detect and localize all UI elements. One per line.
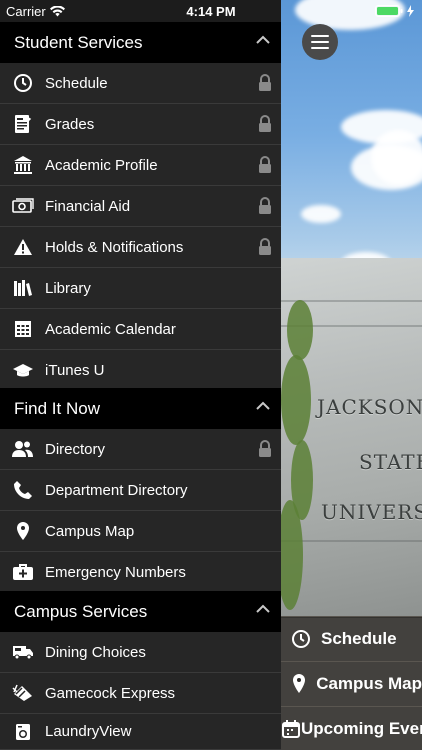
menu-item-grades[interactable]: Grades <box>0 104 281 145</box>
quick-link-label: Campus Map <box>316 674 422 693</box>
food-truck-icon <box>0 632 45 673</box>
menu-item-gamecock-express[interactable]: Gamecock Express <box>0 673 281 714</box>
menu-item-department-directory[interactable]: Department Directory <box>0 470 281 511</box>
section-title: Find It Now <box>14 398 100 418</box>
menu-item-label: Schedule <box>45 74 108 92</box>
section-header-student-services[interactable]: Student Services <box>0 22 281 63</box>
warning-icon <box>0 227 45 268</box>
battery-icon <box>375 5 414 17</box>
status-bar: Carrier 4:14 PM <box>0 0 422 22</box>
menu-item-emergency-numbers[interactable]: Emergency Numbers <box>0 552 281 593</box>
menu-item-label: iTunes U <box>45 361 105 379</box>
menu-item-label: Dining Choices <box>45 643 146 661</box>
menu-item-dining-choices[interactable]: Dining Choices <box>0 632 281 673</box>
lock-icon <box>259 74 271 91</box>
menu-item-academic-calendar[interactable]: Academic Calendar <box>0 309 281 350</box>
clock-icon <box>0 63 45 104</box>
lock-icon <box>259 156 271 173</box>
chevron-up-icon <box>256 604 270 613</box>
map-pin-icon <box>281 673 316 695</box>
menu-item-label: Academic Profile <box>45 156 158 174</box>
calendar-icon <box>281 719 301 739</box>
quick-link-upcoming-events[interactable]: Upcoming Events <box>281 706 422 750</box>
menu-item-label: Emergency Numbers <box>45 563 186 581</box>
hamburger-menu-icon <box>311 35 329 37</box>
menu-button[interactable] <box>302 24 338 60</box>
books-icon <box>0 268 45 309</box>
menu-item-label: Academic Calendar <box>45 320 176 338</box>
menu-item-label: Gamecock Express <box>45 684 176 702</box>
carved-text-line-1: JACKSONVI <box>317 395 422 419</box>
menu-item-label: Department Directory <box>45 481 188 499</box>
phone-icon <box>0 470 45 511</box>
money-icon <box>0 186 45 227</box>
menu-item-holds-notifications[interactable]: Holds & Notifications <box>0 227 281 268</box>
menu-item-directory[interactable]: Directory <box>0 429 281 470</box>
menu-item-financial-aid[interactable]: Financial Aid <box>0 186 281 227</box>
carved-text-line-2: STATE <box>359 450 422 474</box>
carved-text-line-3: UNIVERSIT <box>321 500 422 524</box>
clock-icon <box>281 629 321 649</box>
first-aid-kit-icon <box>0 552 45 593</box>
quick-link-label: Upcoming Events <box>301 718 422 738</box>
lock-icon <box>259 440 271 457</box>
menu-item-academic-profile[interactable]: Academic Profile <box>0 145 281 186</box>
menu-item-itunes-u[interactable]: iTunes U <box>0 350 281 391</box>
menu-item-label: Grades <box>45 115 95 133</box>
map-pin-icon <box>0 511 45 552</box>
chevron-up-icon <box>256 401 270 410</box>
navigation-drawer: Student Services Schedule Grades Academi… <box>0 0 281 750</box>
lock-icon <box>259 115 271 132</box>
menu-item-label: Campus Map <box>45 522 135 540</box>
section-title: Student Services <box>14 32 143 52</box>
menu-item-library[interactable]: Library <box>0 268 281 309</box>
menu-item-campus-map[interactable]: Campus Map <box>0 511 281 552</box>
quick-link-label: Schedule <box>321 629 397 648</box>
calendar-grid-icon <box>0 309 45 350</box>
section-header-campus-services[interactable]: Campus Services <box>0 591 281 632</box>
people-icon <box>0 429 45 470</box>
graduation-cap-icon <box>0 350 45 391</box>
menu-item-schedule[interactable]: Schedule <box>0 63 281 104</box>
menu-item-laundryview[interactable]: LaundryView <box>0 714 281 750</box>
quick-link-campus-map[interactable]: Campus Map <box>281 661 422 706</box>
menu-item-label: Financial Aid <box>45 197 131 215</box>
lock-icon <box>259 238 271 255</box>
section-header-find-it-now[interactable]: Find It Now <box>0 388 281 429</box>
menu-item-label: Holds & Notifications <box>45 238 184 256</box>
menu-item-label: Library <box>45 279 91 297</box>
menu-item-label: Directory <box>45 440 106 458</box>
washer-icon <box>0 711 45 750</box>
quick-link-schedule[interactable]: Schedule <box>281 616 422 661</box>
section-title: Campus Services <box>14 601 148 621</box>
chevron-up-icon <box>256 35 270 44</box>
status-time: 4:14 PM <box>186 4 236 19</box>
menu-item-label: LaundryView <box>45 723 132 740</box>
institution-icon <box>0 145 45 186</box>
card-icon <box>0 673 45 714</box>
lock-icon <box>259 197 271 214</box>
report-icon <box>0 104 45 145</box>
